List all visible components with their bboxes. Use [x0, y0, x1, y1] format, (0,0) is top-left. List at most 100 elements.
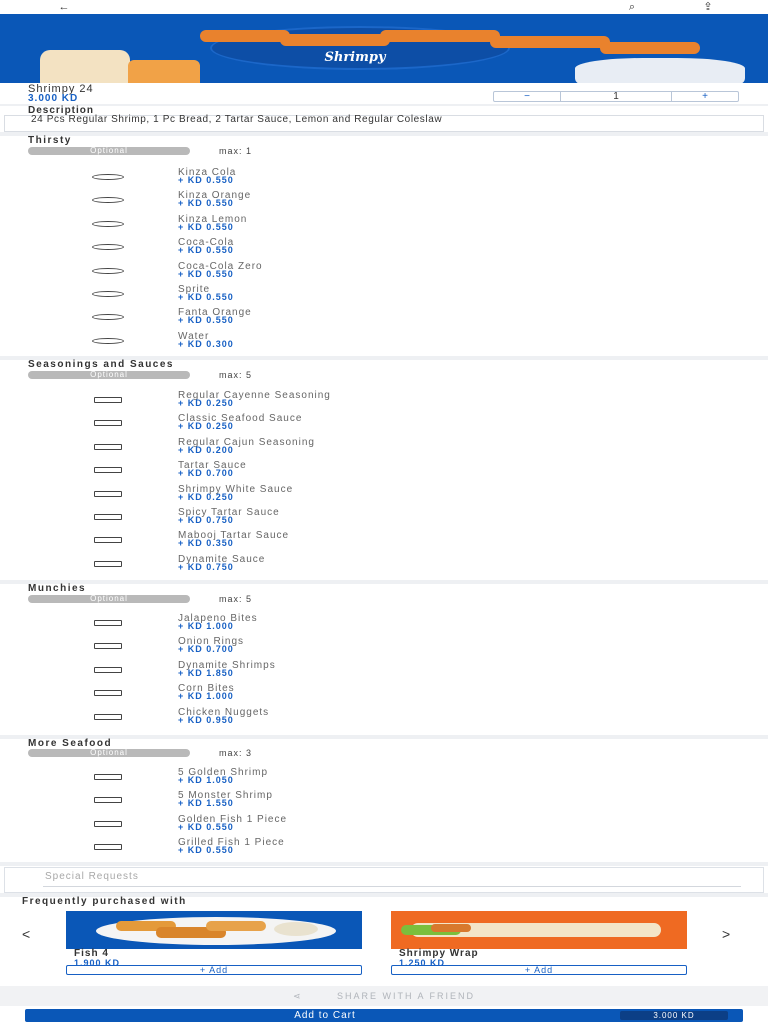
- option-row[interactable]: 5 Monster Shrimp + KD 1.550: [0, 791, 768, 811]
- radio-button[interactable]: [92, 220, 124, 227]
- decrease-quantity-button[interactable]: −: [494, 91, 560, 101]
- max-selection-label: max: 5: [219, 594, 253, 604]
- shrimpy-wrap-image: [391, 911, 687, 949]
- option-row[interactable]: Fanta Orange + KD 0.550: [0, 308, 768, 328]
- checkbox[interactable]: [94, 537, 122, 544]
- option-price: + KD 0.250: [178, 421, 234, 432]
- option-row[interactable]: Mabooj Tartar Sauce + KD 0.350: [0, 531, 768, 551]
- checkbox[interactable]: [94, 420, 122, 427]
- quantity-stepper: − 1 +: [493, 91, 739, 102]
- option-row[interactable]: Jalapeno Bites + KD 1.000: [0, 614, 768, 634]
- add-recommendation-button[interactable]: + Add: [66, 965, 362, 975]
- option-row[interactable]: Tartar Sauce + KD 0.700: [0, 461, 768, 481]
- option-row[interactable]: Chicken Nuggets + KD 0.950: [0, 707, 768, 728]
- divider: [0, 132, 768, 136]
- option-row[interactable]: Kinza Cola + KD 0.550: [0, 168, 768, 188]
- side-cup-image: [128, 60, 200, 83]
- quantity-value: 1: [560, 91, 672, 101]
- radio-button[interactable]: [92, 267, 124, 274]
- option-row[interactable]: Coca-Cola + KD 0.550: [0, 238, 768, 258]
- radio-button[interactable]: [92, 197, 124, 204]
- section-title: Munchies: [28, 583, 87, 594]
- product-banner-image: Shrimpy: [0, 14, 768, 83]
- radio-button[interactable]: [92, 244, 124, 251]
- option-price: + KD 1.550: [178, 798, 234, 809]
- radio-button[interactable]: [92, 337, 124, 344]
- option-row[interactable]: Dynamite Sauce + KD 0.750: [0, 554, 768, 575]
- checkbox[interactable]: [94, 467, 122, 474]
- shrimp-piece: [280, 34, 390, 46]
- divider: [0, 735, 768, 739]
- share-with-friend-button[interactable]: ⋖ SHARE WITH A FRIEND: [0, 986, 768, 1006]
- radio-button[interactable]: [92, 314, 124, 321]
- fish-4-image: [66, 911, 362, 949]
- optional-badge: Optional: [28, 595, 190, 603]
- back-arrow-icon[interactable]: ←: [52, 0, 76, 14]
- option-price: + KD 1.000: [178, 691, 234, 702]
- increase-quantity-button[interactable]: +: [672, 91, 738, 101]
- coleslaw-cup-image: [40, 50, 130, 83]
- frequently-purchased-title: Frequently purchased with: [22, 896, 187, 907]
- option-row[interactable]: 5 Golden Shrimp + KD 1.050: [0, 768, 768, 788]
- checkbox[interactable]: [94, 713, 122, 720]
- option-row[interactable]: Corn Bites + KD 1.000: [0, 684, 768, 704]
- optional-badge: Optional: [28, 749, 190, 757]
- radio-button[interactable]: [92, 174, 124, 180]
- radio-button[interactable]: [92, 291, 124, 297]
- special-requests-input[interactable]: [45, 870, 705, 882]
- option-row[interactable]: Onion Rings + KD 0.700: [0, 637, 768, 657]
- option-row[interactable]: Dynamite Shrimps + KD 1.850: [0, 660, 768, 681]
- option-row[interactable]: Sprite + KD 0.550: [0, 285, 768, 305]
- optional-badge: Optional: [28, 147, 190, 155]
- option-price: + KD 0.750: [178, 515, 234, 525]
- option-row[interactable]: Classic Seafood Sauce + KD 0.250: [0, 414, 768, 434]
- checkbox[interactable]: [94, 560, 122, 567]
- divider: [0, 580, 768, 584]
- add-recommendation-button[interactable]: + Add: [391, 965, 687, 975]
- checkbox[interactable]: [94, 490, 122, 497]
- option-price: + KD 0.300: [178, 338, 234, 349]
- option-price: + KD 0.550: [178, 198, 234, 209]
- option-price: + KD 0.250: [178, 398, 234, 408]
- carousel-next-button[interactable]: >: [722, 927, 730, 941]
- share-icon[interactable]: ⇪: [696, 0, 720, 14]
- option-row[interactable]: Golden Fish 1 Piece + KD 0.550: [0, 814, 768, 835]
- option-price: + KD 0.950: [178, 714, 234, 725]
- option-price: + KD 0.700: [178, 644, 234, 655]
- special-requests-box: [4, 867, 764, 893]
- option-row[interactable]: Grilled Fish 1 Piece + KD 0.550: [0, 838, 768, 858]
- option-price: + KD 0.550: [178, 292, 234, 302]
- checkbox[interactable]: [94, 797, 122, 804]
- checkbox[interactable]: [94, 443, 122, 450]
- checkbox[interactable]: [94, 844, 122, 851]
- search-icon[interactable]: ⌕: [620, 0, 644, 14]
- checkbox[interactable]: [94, 397, 122, 403]
- checkbox[interactable]: [94, 820, 122, 827]
- option-price: + KD 0.200: [178, 444, 234, 455]
- option-row[interactable]: Coca-Cola Zero + KD 0.550: [0, 261, 768, 282]
- cart-total: 3.000 KD: [620, 1011, 728, 1020]
- add-to-cart-button[interactable]: Add to Cart 3.000 KD: [25, 1009, 743, 1022]
- option-row[interactable]: Spicy Tartar Sauce + KD 0.750: [0, 508, 768, 528]
- checkbox[interactable]: [94, 774, 122, 780]
- max-selection-label: max: 1: [219, 146, 253, 156]
- option-row[interactable]: Shrimpy White Sauce + KD 0.250: [0, 484, 768, 505]
- recommendation-card[interactable]: Fish 4 1.900 KD + Add: [66, 911, 362, 976]
- option-row[interactable]: Kinza Lemon + KD 0.550: [0, 214, 768, 235]
- option-row[interactable]: Regular Cajun Seasoning + KD 0.200: [0, 437, 768, 458]
- option-price: + KD 0.550: [178, 175, 234, 185]
- checkbox[interactable]: [94, 666, 122, 673]
- recommendation-card[interactable]: Shrimpy Wrap 1.250 KD + Add: [391, 911, 687, 976]
- optional-badge: Optional: [28, 371, 190, 379]
- carousel-prev-button[interactable]: <: [22, 927, 30, 941]
- option-price: + KD 0.550: [178, 268, 234, 279]
- option-price: + KD 1.050: [178, 775, 234, 785]
- checkbox[interactable]: [94, 514, 122, 520]
- checkbox[interactable]: [94, 643, 122, 650]
- checkbox[interactable]: [94, 620, 122, 626]
- option-row[interactable]: Kinza Orange + KD 0.550: [0, 191, 768, 211]
- checkbox[interactable]: [94, 690, 122, 697]
- option-price: + KD 0.550: [178, 315, 234, 326]
- option-row[interactable]: Water + KD 0.300: [0, 331, 768, 352]
- option-row[interactable]: Regular Cayenne Seasoning + KD 0.250: [0, 391, 768, 411]
